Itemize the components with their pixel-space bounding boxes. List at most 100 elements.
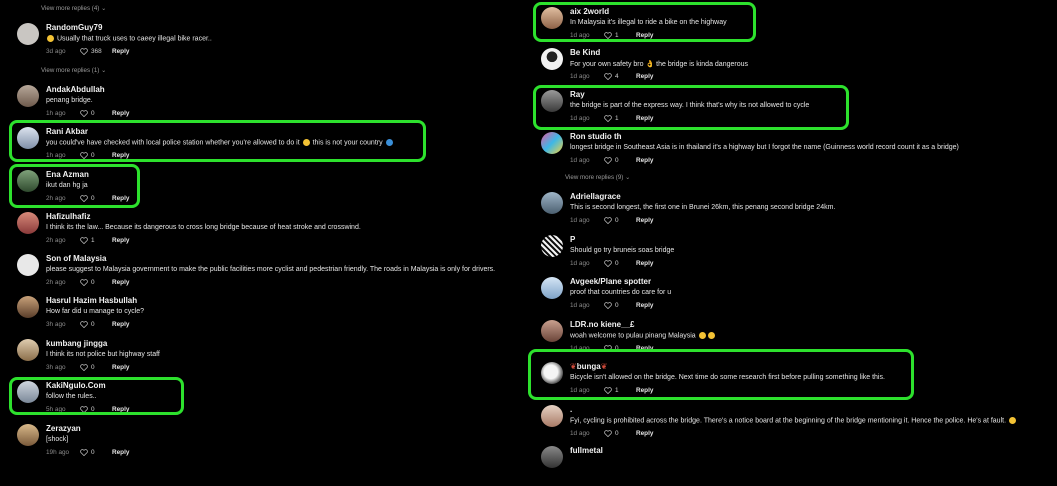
like-count: 0 [91,364,95,371]
chevron-down-icon: ⌄ [625,174,631,181]
reply-button[interactable]: Reply [112,48,129,55]
like-count: 4 [615,73,619,80]
avatar[interactable] [541,446,563,468]
highlight-box [9,164,140,208]
like-button[interactable]: 0 [604,302,636,309]
comment-username[interactable]: LDR.no kiene__£ [570,320,634,329]
like-count: 1 [91,237,95,244]
heart-icon [80,48,88,55]
comment-username[interactable]: Adriellagrace [570,192,621,201]
like-button[interactable]: 0 [604,217,636,224]
comment-username[interactable]: RandomGuy79 [46,23,102,32]
comment-meta: 1d ago 0 Reply [570,157,653,164]
comment-meta: 1d ago 4 Reply [570,73,653,80]
heart-icon [80,110,88,117]
emoji-icon [1008,417,1016,424]
avatar[interactable] [541,192,563,214]
highlight-box [528,349,914,400]
like-button[interactable]: 0 [604,157,636,164]
avatar[interactable] [541,132,563,154]
reply-button[interactable]: Reply [112,321,129,328]
comment-username[interactable]: kumbang jingga [46,339,107,348]
avatar[interactable] [541,235,563,257]
comment-meta: 1d ago 0 Reply [570,260,653,267]
like-button[interactable]: 0 [80,321,112,328]
reply-button[interactable]: Reply [112,364,129,371]
comment-username[interactable]: P [570,235,575,244]
comment-username[interactable]: Ron studio th [570,132,622,141]
comment-username[interactable]: . [570,405,572,414]
like-button[interactable]: 0 [80,364,112,371]
avatar[interactable] [17,23,39,45]
comment-username[interactable]: fullmetal [570,446,603,455]
avatar[interactable] [541,277,563,299]
heart-icon [604,73,612,80]
like-button[interactable]: 4 [604,73,636,80]
comment-username[interactable]: Avgeek/Plane spotter [570,277,651,286]
comment-time: 2h ago [46,279,66,286]
comment-text: Usually that truck uses to caeey illegal… [46,35,212,42]
view-more-replies-button[interactable]: View more replies (1) ⌄ [41,67,106,74]
like-button[interactable]: 0 [80,279,112,286]
reply-button[interactable]: Reply [636,430,653,437]
comment-meta: 3h ago 0 Reply [46,364,129,371]
avatar[interactable] [541,320,563,342]
view-more-label: View more replies (9) [565,174,624,181]
chevron-down-icon: ⌄ [101,5,107,12]
avatar[interactable] [17,254,39,276]
reply-button[interactable]: Reply [112,449,129,456]
comment-username[interactable]: AndakAbdullah [46,85,105,94]
reply-button[interactable]: Reply [112,279,129,286]
reply-button[interactable]: Reply [636,302,653,309]
avatar[interactable] [17,424,39,446]
comment-username[interactable]: Zerazyan [46,424,81,433]
like-count: 0 [615,302,619,309]
avatar[interactable] [17,296,39,318]
like-count: 0 [615,157,619,164]
comment-username[interactable]: Hafizulhafiz [46,212,90,221]
comment-meta: 1d ago 0 Reply [570,430,653,437]
comment-text: I think its the law... Because its dange… [46,224,361,231]
comment-meta: 1d ago 0 Reply [570,302,653,309]
heart-icon [80,279,88,286]
avatar[interactable] [17,339,39,361]
highlight-box [533,85,849,130]
like-button[interactable]: 0 [80,110,112,117]
highlight-box [533,2,756,42]
reply-button[interactable]: Reply [636,260,653,267]
heart-icon [604,260,612,267]
emoji-icon [707,332,715,339]
avatar[interactable] [17,85,39,107]
comment-username[interactable]: Be Kind [570,48,600,57]
reply-button[interactable]: Reply [636,73,653,80]
like-button[interactable]: 368 [80,48,112,55]
reply-button[interactable]: Reply [112,110,129,117]
avatar[interactable] [541,405,563,427]
comment-meta: 3d ago 368 Reply [46,48,129,55]
comment-text: How far did u manage to cycle? [46,308,145,315]
like-button[interactable]: 0 [604,430,636,437]
view-more-replies-button[interactable]: View more replies (9) ⌄ [565,174,630,181]
view-more-replies-button[interactable]: View more replies (4) ⌄ [41,5,106,12]
heart-icon [80,321,88,328]
comment-meta: 2h ago 0 Reply [46,279,129,286]
avatar[interactable] [17,212,39,234]
comment-meta: 1d ago 0 Reply [570,217,653,224]
chevron-down-icon: ⌄ [101,67,107,74]
reply-button[interactable]: Reply [112,237,129,244]
comment-text: proof that countries do care for u [570,289,672,296]
avatar[interactable] [541,48,563,70]
comment-username[interactable]: Son of Malaysia [46,254,106,263]
comment-text: penang bridge. [46,97,93,104]
like-button[interactable]: 1 [80,237,112,244]
comment-username[interactable]: Hasrul Hazim Hasbullah [46,296,137,305]
comment-text: This is second longest, the first one in… [570,204,836,211]
like-button[interactable]: 0 [80,449,112,456]
like-button[interactable]: 0 [604,260,636,267]
like-count: 0 [91,279,95,286]
reply-button[interactable]: Reply [636,217,653,224]
comment-time: 3h ago [46,321,66,328]
comment-text: woah welcome to pulau pinang Malaysia [570,332,716,339]
comment-meta: 19h ago 0 Reply [46,449,129,456]
reply-button[interactable]: Reply [636,157,653,164]
